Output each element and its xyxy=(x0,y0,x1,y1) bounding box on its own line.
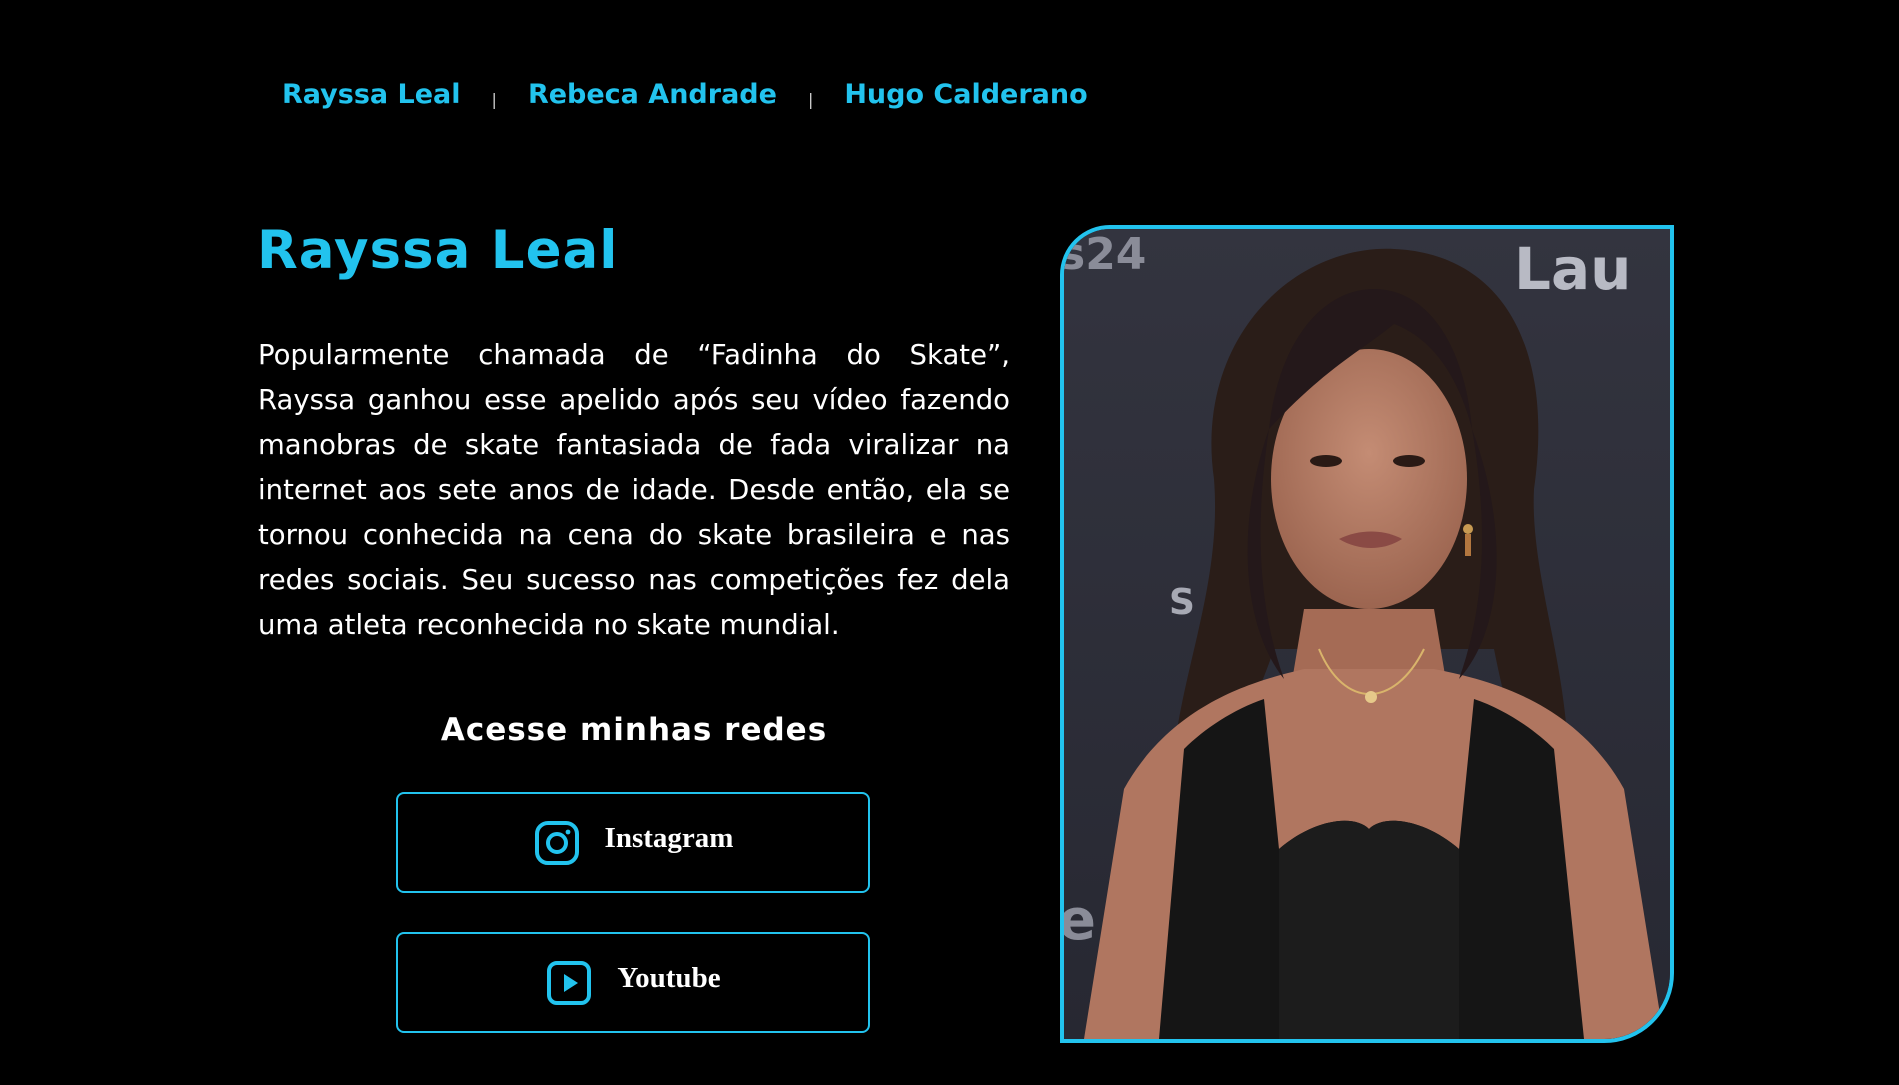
nav-link-rayssa-leal[interactable]: Rayssa Leal xyxy=(282,79,461,110)
nav-separator: | xyxy=(491,89,497,109)
athlete-portrait-illustration: s24 Lau S e xyxy=(1064,229,1670,1039)
nav-separator: | xyxy=(807,89,814,109)
instagram-button[interactable]: Instagram xyxy=(396,792,870,893)
athlete-name-heading: Rayssa Leal xyxy=(257,220,619,281)
backdrop-text: Lau xyxy=(1514,235,1631,303)
backdrop-text: S xyxy=(1169,582,1195,623)
socials-title: Acesse minhas redes xyxy=(440,712,828,748)
athlete-photo: s24 Lau S e xyxy=(1060,225,1674,1043)
youtube-icon xyxy=(545,959,593,1007)
athlete-bio: Popularmente chamada de “Fadinha do Skat… xyxy=(258,339,1010,641)
backdrop-text: e xyxy=(1064,888,1096,953)
instagram-button-label: Instagram xyxy=(604,822,734,854)
nav-link-rebeca-andrade[interactable]: Rebeca Andrade xyxy=(528,79,777,110)
youtube-button[interactable]: Youtube xyxy=(396,932,870,1033)
youtube-button-label: Youtube xyxy=(617,962,721,994)
instagram-icon xyxy=(533,819,581,867)
athlete-nav: Rayssa Leal | Rebeca Andrade | Hugo Cald… xyxy=(282,74,1088,114)
nav-link-hugo-calderano[interactable]: Hugo Calderano xyxy=(844,79,1087,110)
backdrop-text: s24 xyxy=(1064,229,1146,280)
